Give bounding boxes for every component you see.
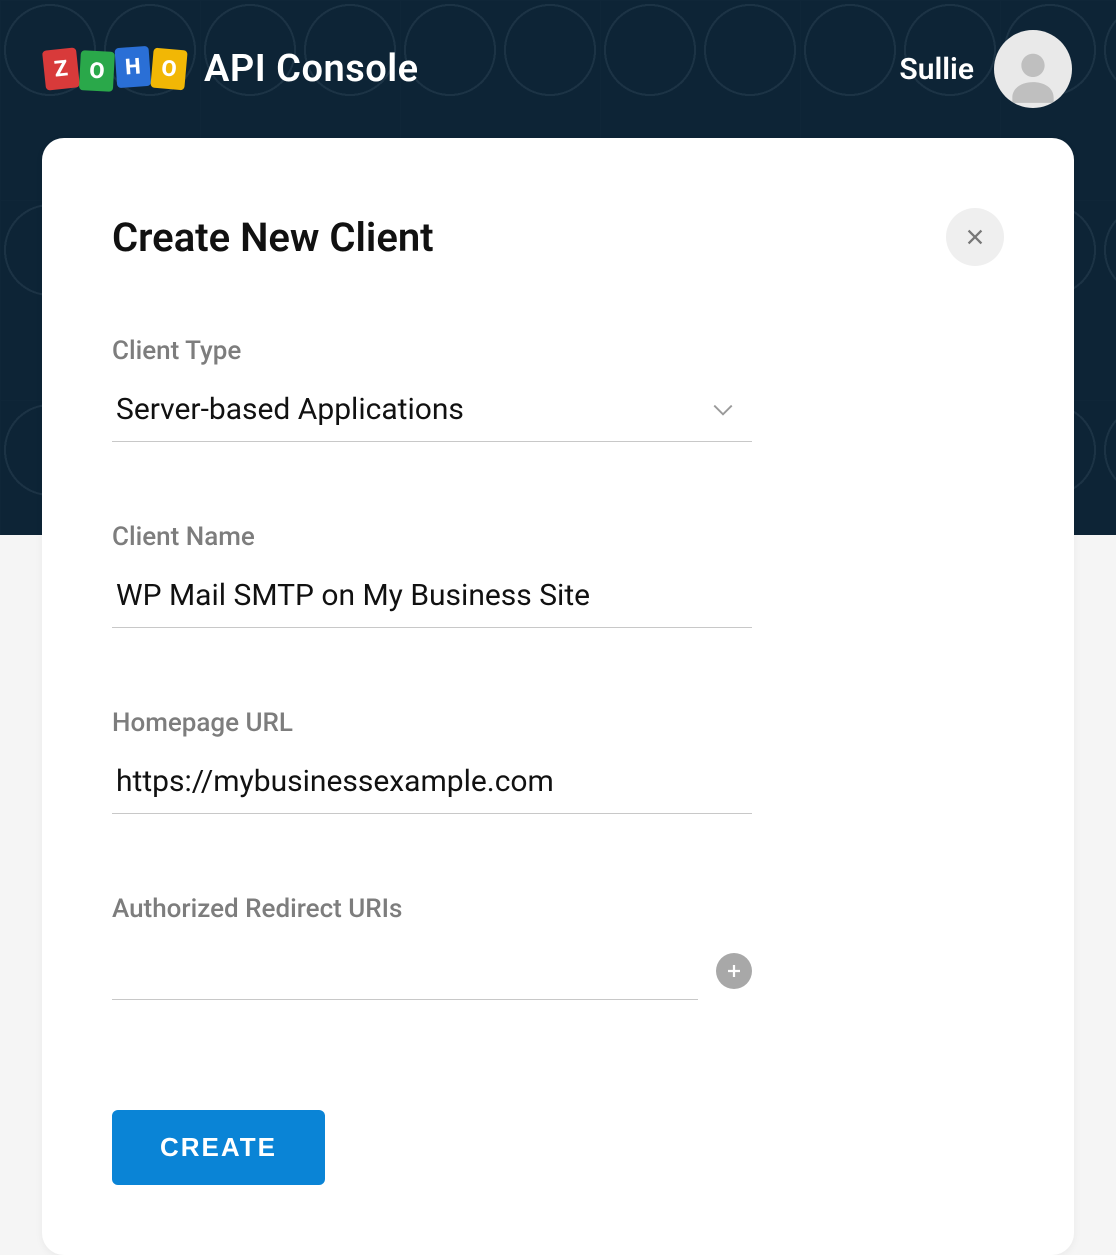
brand-text: API Console xyxy=(204,47,419,91)
logo-letter-h: H xyxy=(115,46,152,88)
field-client-name: Client Name xyxy=(112,522,752,628)
user-block[interactable]: Sullie xyxy=(899,30,1072,108)
field-homepage-url: Homepage URL xyxy=(112,708,752,814)
field-client-type: Client Type Server-based Applications xyxy=(112,336,752,442)
client-type-value: Server-based Applications xyxy=(112,384,752,442)
card-title: Create New Client xyxy=(112,214,434,261)
client-type-label: Client Type xyxy=(112,336,752,366)
homepage-url-input[interactable] xyxy=(112,756,752,814)
chevron-down-icon xyxy=(708,394,738,428)
client-name-input[interactable] xyxy=(112,570,752,628)
user-name: Sullie xyxy=(899,52,974,87)
create-button[interactable]: CREATE xyxy=(112,1110,325,1185)
redirect-uri-row xyxy=(112,942,752,1000)
add-uri-button[interactable] xyxy=(716,953,752,989)
logo-letter-o1: O xyxy=(79,50,115,92)
homepage-url-label: Homepage URL xyxy=(112,708,752,738)
close-icon xyxy=(964,226,986,248)
client-name-label: Client Name xyxy=(112,522,752,552)
avatar[interactable] xyxy=(994,30,1072,108)
client-type-select[interactable]: Server-based Applications xyxy=(112,384,752,442)
close-button[interactable] xyxy=(946,208,1004,266)
actions-row: CREATE xyxy=(112,1110,1004,1185)
create-client-card: Create New Client Client Type Server-bas… xyxy=(42,138,1074,1255)
redirect-uris-label: Authorized Redirect URIs xyxy=(112,894,752,924)
zoho-logo: Z O H O xyxy=(44,49,186,89)
card-header: Create New Client xyxy=(112,208,1004,266)
brand-block: Z O H O API Console xyxy=(44,47,419,91)
field-redirect-uris: Authorized Redirect URIs xyxy=(112,894,752,1000)
plus-icon xyxy=(725,962,743,980)
logo-letter-o2: O xyxy=(150,48,187,91)
person-icon xyxy=(1002,46,1064,108)
header-bar: Z O H O API Console Sullie xyxy=(0,0,1116,138)
logo-letter-z: Z xyxy=(42,47,80,90)
redirect-uri-input[interactable] xyxy=(112,942,698,1000)
